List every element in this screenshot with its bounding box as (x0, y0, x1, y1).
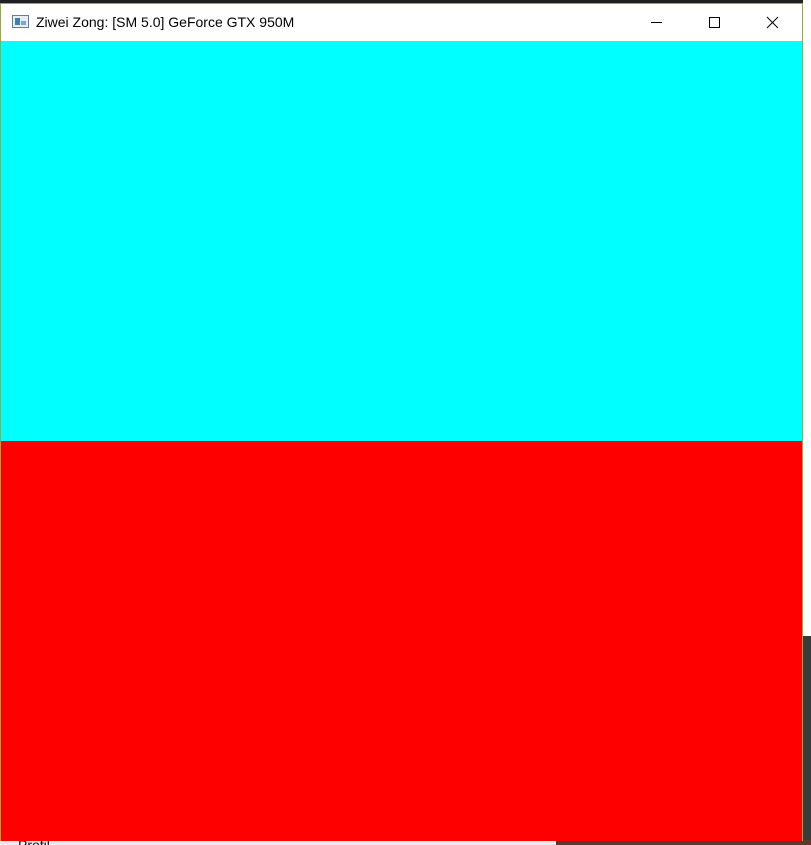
render-canvas[interactable] (1, 41, 802, 841)
minimize-icon (651, 22, 662, 23)
minimize-button[interactable] (627, 4, 685, 41)
background-window-edge-upper (803, 0, 811, 636)
app-window-icon[interactable] (12, 15, 29, 28)
maximize-icon (709, 17, 720, 28)
window-title: Ziwei Zong: [SM 5.0] GeForce GTX 950M (36, 14, 295, 30)
maximize-button[interactable] (685, 4, 743, 41)
close-icon (766, 16, 779, 29)
title-bar[interactable]: Ziwei Zong: [SM 5.0] GeForce GTX 950M (1, 4, 802, 41)
app-window: Ziwei Zong: [SM 5.0] GeForce GTX 950M (0, 3, 803, 841)
close-button[interactable] (743, 4, 801, 41)
red-region (1, 441, 802, 841)
cyan-region (1, 41, 802, 441)
